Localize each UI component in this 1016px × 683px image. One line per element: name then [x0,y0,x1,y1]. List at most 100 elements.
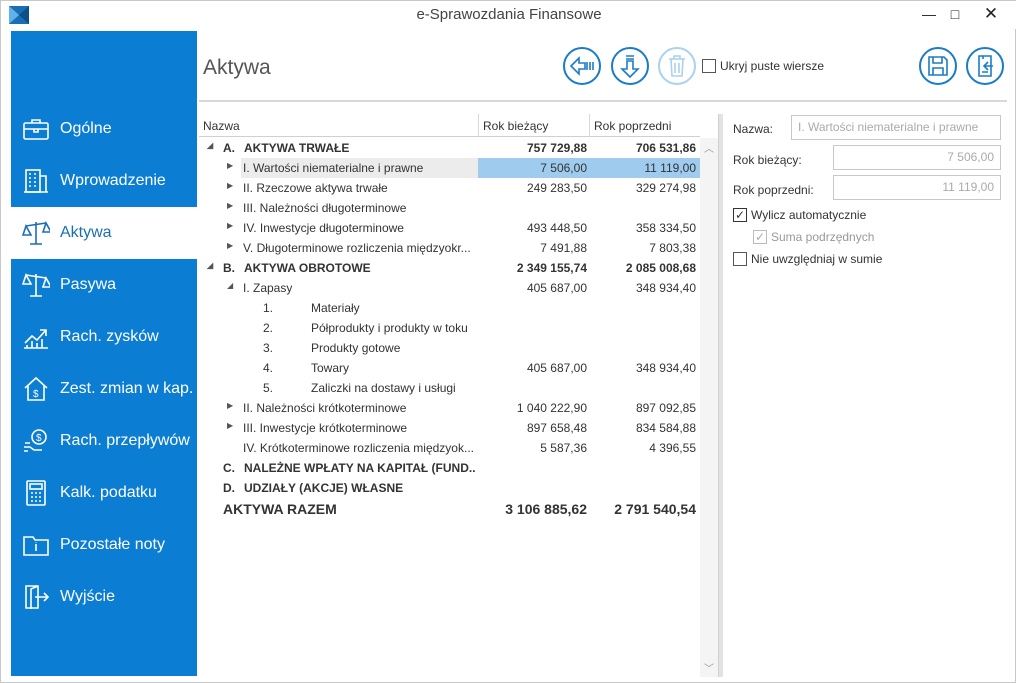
table-row[interactable]: ▶ II. Rzeczowe aktywa trwałe 249 283,50 … [199,178,700,198]
sum-children-checkbox[interactable]: ✓ Suma podrzędnych [753,230,874,244]
row-name: Zaliczki na dostawy i usługi [311,381,456,395]
table-row[interactable]: IV. Krótkoterminowe rozliczenia międzyok… [199,438,700,458]
move-left-button[interactable] [563,47,601,85]
scales-icon [22,219,50,247]
sidebar-item-label: Wyjście [60,588,115,605]
minimize-button[interactable]: — [915,3,943,25]
hide-empty-rows-checkbox[interactable]: Ukryj puste wiersze [702,59,824,73]
sidebar-item-ogolne[interactable]: Ogólne [11,103,197,155]
sidebar-item-aktywa[interactable]: Aktywa [11,207,197,259]
hide-empty-rows-label: Ukryj puste wiersze [720,59,825,73]
expand-toggle-icon[interactable]: ▶ [227,221,233,230]
vertical-scrollbar[interactable]: ︿ ﹀ [700,138,718,677]
expand-toggle-icon[interactable]: ▶ [227,421,233,430]
column-header-previous-year[interactable]: Rok poprzedni [594,119,671,133]
exclude-from-sum-checkbox[interactable]: Nie uwzględniaj w sumie [733,252,882,266]
row-current-year: 897 658,48 [526,421,587,435]
table-row[interactable]: D. UDZIAŁY (AKCJE) WŁASNE [199,478,700,498]
table-row-selected[interactable]: ▶ I. Wartości niematerialne i prawne 7 5… [199,158,700,178]
sidebar-item-label: Rach. przepływów [60,432,190,449]
move-down-button[interactable] [611,47,649,85]
table-row[interactable]: ▶ III. Inwestycje krótkoterminowe 897 65… [199,418,700,438]
table-row[interactable]: 3. Produkty gotowe [199,338,700,358]
row-number: 1. [263,301,274,315]
row-current-year: 757 729,88 [526,141,587,155]
checkbox-checked[interactable]: ✓ [733,208,747,222]
row-name: IV. Krótkoterminowe rozliczenia międzyok… [243,441,474,455]
row-current-year: 5 587,36 [540,441,587,455]
row-current-year: 7 491,88 [540,241,587,255]
chart-up-icon [22,323,50,351]
sidebar-item-rach-przeplywow[interactable]: $ Rach. przepływów [11,415,197,467]
house-dollar-icon: $ [22,375,50,403]
save-button[interactable] [919,47,957,85]
collapse-toggle-icon[interactable]: ◢ [207,141,213,150]
row-previous-year: 834 584,88 [635,421,696,435]
sidebar-item-rach-zyskow[interactable]: Rach. zysków [11,311,197,363]
expand-toggle-icon[interactable]: ▶ [227,401,233,410]
expand-toggle-icon[interactable]: ▶ [227,241,233,250]
assets-tree-grid[interactable]: Nazwa Rok bieżący Rok poprzedni ◢ A. AKT… [199,114,719,677]
row-name: Materiały [311,301,360,315]
current-year-field[interactable]: 7 506,00 [833,145,1001,170]
expand-toggle-icon[interactable]: ▶ [227,181,233,190]
row-previous-year: 706 531,86 [635,141,696,155]
table-row[interactable]: 2. Półprodukty i produkty w toku [199,318,700,338]
calculator-icon [22,479,50,507]
table-row[interactable]: ▶ II. Należności krótkoterminowe 1 040 2… [199,398,700,418]
row-current-year: 405 687,00 [526,361,587,375]
table-row[interactable]: C. NALEŻNE WPŁATY NA KAPITAŁ (FUND... [199,458,700,478]
close-button[interactable]: ✕ [977,3,1005,25]
sidebar-item-zest-zmian[interactable]: $ Zest. zmian w kap. [11,363,197,415]
app-window: e-Sprawozdania Finansowe — □ ✕ Ogólne Wp… [0,0,1016,683]
row-number: A. [223,141,235,155]
row-number: D. [223,481,235,495]
previous-year-field[interactable]: 11 119,00 [833,175,1001,200]
row-current-year: 2 349 155,74 [516,261,587,275]
column-header-name[interactable]: Nazwa [203,119,240,133]
table-row[interactable]: 5. Zaliczki na dostawy i usługi [199,378,700,398]
delete-button[interactable] [658,47,696,85]
collapse-toggle-icon[interactable]: ◢ [227,281,233,290]
exclude-from-sum-label: Nie uwzględniaj w sumie [751,252,883,266]
expand-toggle-icon[interactable]: ▶ [227,201,233,210]
name-field[interactable]: I. Wartości niematerialne i prawne [791,115,1001,140]
column-header-current-year[interactable]: Rok bieżący [483,119,548,133]
auto-calculate-checkbox[interactable]: ✓ Wylicz automatycznie [733,208,866,222]
export-file-icon [978,55,993,77]
sidebar-item-kalk-podatku[interactable]: Kalk. podatku [11,467,197,519]
row-name: I. Wartości niematerialne i prawne [243,161,424,175]
table-row[interactable]: ◢ A. AKTYWA TRWAŁE 757 729,88 706 531,86 [199,138,700,158]
table-row[interactable]: ▶ V. Długoterminowe rozliczenia międzyok… [199,238,700,258]
total-row[interactable]: AKTYWA RAZEM 3 106 885,62 2 791 540,54 [199,498,700,522]
scroll-down-icon[interactable]: ﹀ [704,660,714,675]
table-row[interactable]: 4. Towary 405 687,00 348 934,40 [199,358,700,378]
total-label: AKTYWA RAZEM [223,501,337,517]
window-title: e-Sprawozdania Finansowe [416,6,602,23]
export-button[interactable] [966,47,1004,85]
sidebar-item-label: Rach. zysków [60,328,159,345]
collapse-toggle-icon[interactable]: ◢ [207,261,213,270]
sidebar-item-pozostale-noty[interactable]: Pozostałe noty [11,519,197,571]
checkbox-box[interactable] [733,252,747,266]
expand-toggle-icon[interactable]: ▶ [227,161,233,170]
row-name: III. Należności długoterminowe [243,201,407,215]
checkbox-box[interactable] [702,59,716,73]
table-row[interactable]: ◢ I. Zapasy 405 687,00 348 934,40 [199,278,700,298]
row-previous-year: 358 334,50 [635,221,696,235]
scroll-up-icon[interactable]: ︿ [704,140,714,155]
row-current-year: 405 687,00 [526,281,587,295]
folder-info-icon [22,531,50,559]
sidebar-item-pasywa[interactable]: Pasywa [11,259,197,311]
sidebar-item-wprowadzenie[interactable]: Wprowadzenie [11,155,197,207]
maximize-button[interactable]: □ [941,3,969,25]
table-row[interactable]: ◢ B. AKTYWA OBROTOWE 2 349 155,74 2 085 … [199,258,700,278]
table-row[interactable]: 1. Materiały [199,298,700,318]
table-row[interactable]: ▶ III. Należności długoterminowe [199,198,700,218]
sidebar-item-wyjscie[interactable]: Wyjście [11,571,197,623]
row-name: NALEŻNE WPŁATY NA KAPITAŁ (FUND... [244,461,476,475]
arrow-down-icon [620,55,640,79]
table-row[interactable]: ▶ IV. Inwestycje długoterminowe 493 448,… [199,218,700,238]
checkbox-checked[interactable]: ✓ [753,230,767,244]
row-current-year: 249 283,50 [526,181,587,195]
